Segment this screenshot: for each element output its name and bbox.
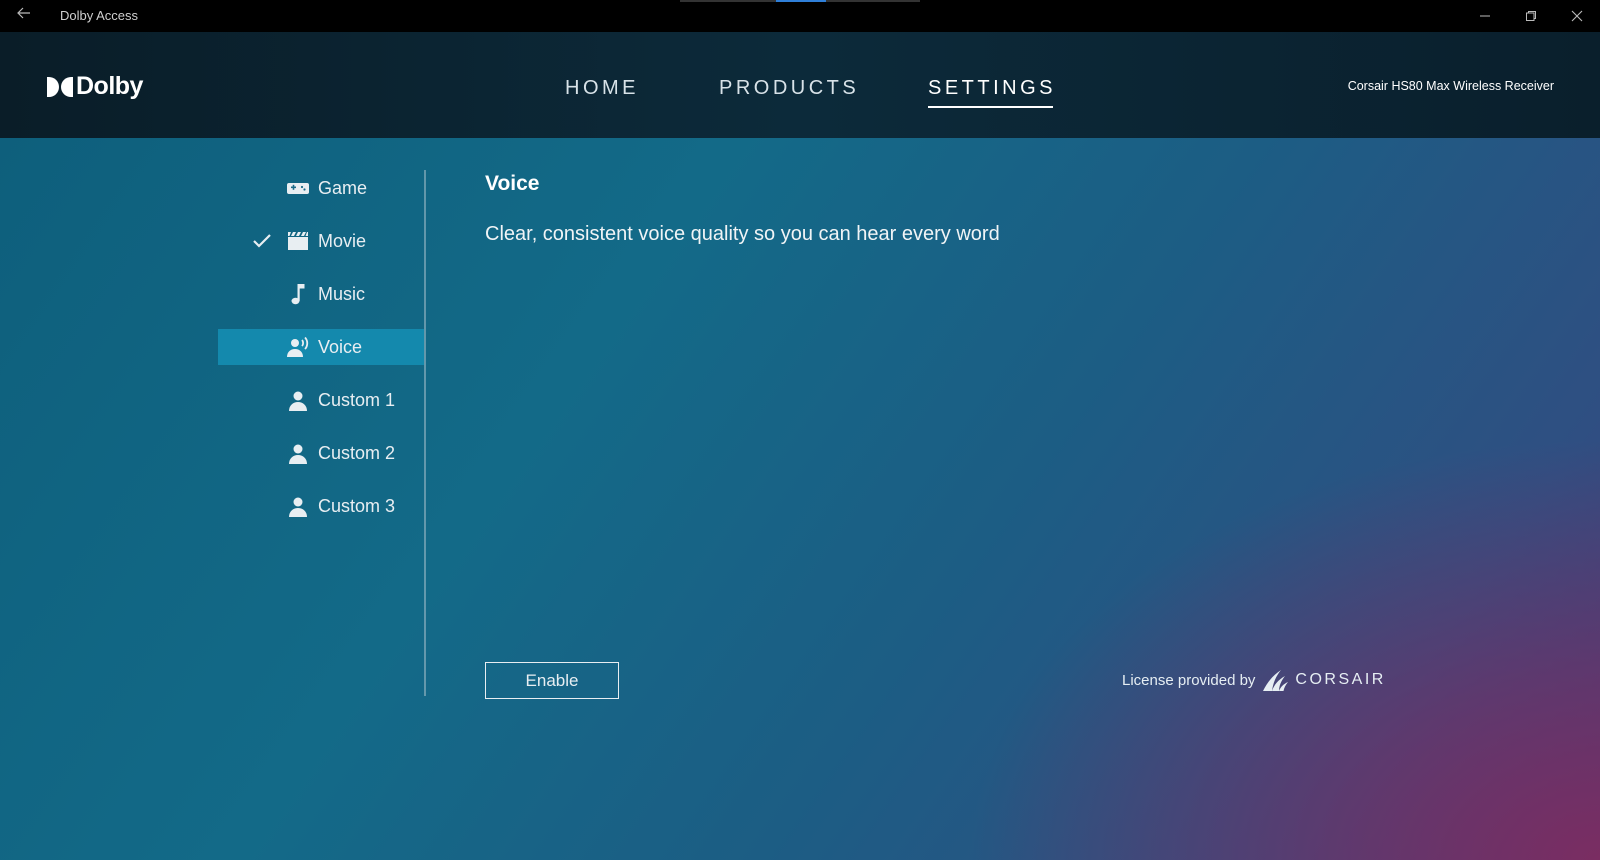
sidebar-item-custom-3[interactable]: Custom 3 — [218, 488, 424, 524]
title-bar: Dolby Access — [0, 0, 1600, 32]
nav-home[interactable]: HOME — [565, 68, 639, 108]
sidebar-item-label: Custom 1 — [318, 390, 396, 410]
sidebar-item-label: Custom 2 — [318, 443, 396, 463]
minimize-icon[interactable] — [1462, 0, 1508, 32]
sidebar-item-label: Game — [318, 178, 368, 198]
dolby-logo[interactable]: Dolby — [47, 72, 143, 101]
checkmark-icon — [252, 231, 272, 251]
corsair-logo-text: CORSAIR — [1295, 671, 1386, 688]
sidebar-item-game[interactable]: Game — [218, 170, 424, 206]
app-header: Dolby HOME PRODUCTS SETTINGS Corsair HS8… — [0, 32, 1600, 138]
nav-products[interactable]: PRODUCTS — [719, 68, 859, 108]
window-title: Dolby Access — [60, 8, 139, 23]
sidebar-item-label: Voice — [318, 337, 363, 357]
sidebar-item-label: Music — [318, 284, 366, 304]
person-icon — [286, 494, 310, 518]
sidebar-item-voice[interactable]: Voice — [218, 329, 424, 365]
back-arrow-icon[interactable] — [12, 6, 36, 26]
profile-description: Clear, consistent voice quality so you c… — [485, 223, 1000, 245]
restore-icon[interactable] — [1508, 0, 1554, 32]
gamepad-icon — [286, 176, 310, 200]
music-note-icon — [286, 282, 310, 306]
dolby-logo-mark — [47, 76, 73, 97]
sidebar-item-label: Movie — [318, 231, 367, 251]
drag-indicator — [680, 0, 920, 2]
device-name[interactable]: Corsair HS80 Max Wireless Receiver — [1240, 76, 1554, 96]
dolby-logo-text: Dolby — [76, 72, 143, 100]
license-info: License provided by CORSAIR — [1122, 662, 1386, 698]
voice-icon — [286, 335, 310, 359]
clapperboard-icon — [286, 229, 310, 253]
person-icon — [286, 441, 310, 465]
profile-sidebar: Game Movie Music Voice Custom 1 Custom 2… — [218, 170, 426, 696]
license-text: License provided by — [1122, 671, 1256, 689]
corsair-sails-icon — [1261, 668, 1289, 692]
close-icon[interactable] — [1554, 0, 1600, 32]
sidebar-item-custom-2[interactable]: Custom 2 — [218, 435, 424, 471]
nav-settings[interactable]: SETTINGS — [928, 68, 1056, 108]
main-content: Game Movie Music Voice Custom 1 Custom 2… — [0, 138, 1600, 860]
person-icon — [286, 388, 310, 412]
sidebar-item-music[interactable]: Music — [218, 276, 424, 312]
sidebar-item-label: Custom 3 — [318, 496, 396, 516]
enable-button[interactable]: Enable — [485, 662, 619, 699]
profile-title: Voice — [485, 172, 540, 195]
sidebar-item-movie[interactable]: Movie — [218, 223, 424, 259]
sidebar-item-custom-1[interactable]: Custom 1 — [218, 382, 424, 418]
